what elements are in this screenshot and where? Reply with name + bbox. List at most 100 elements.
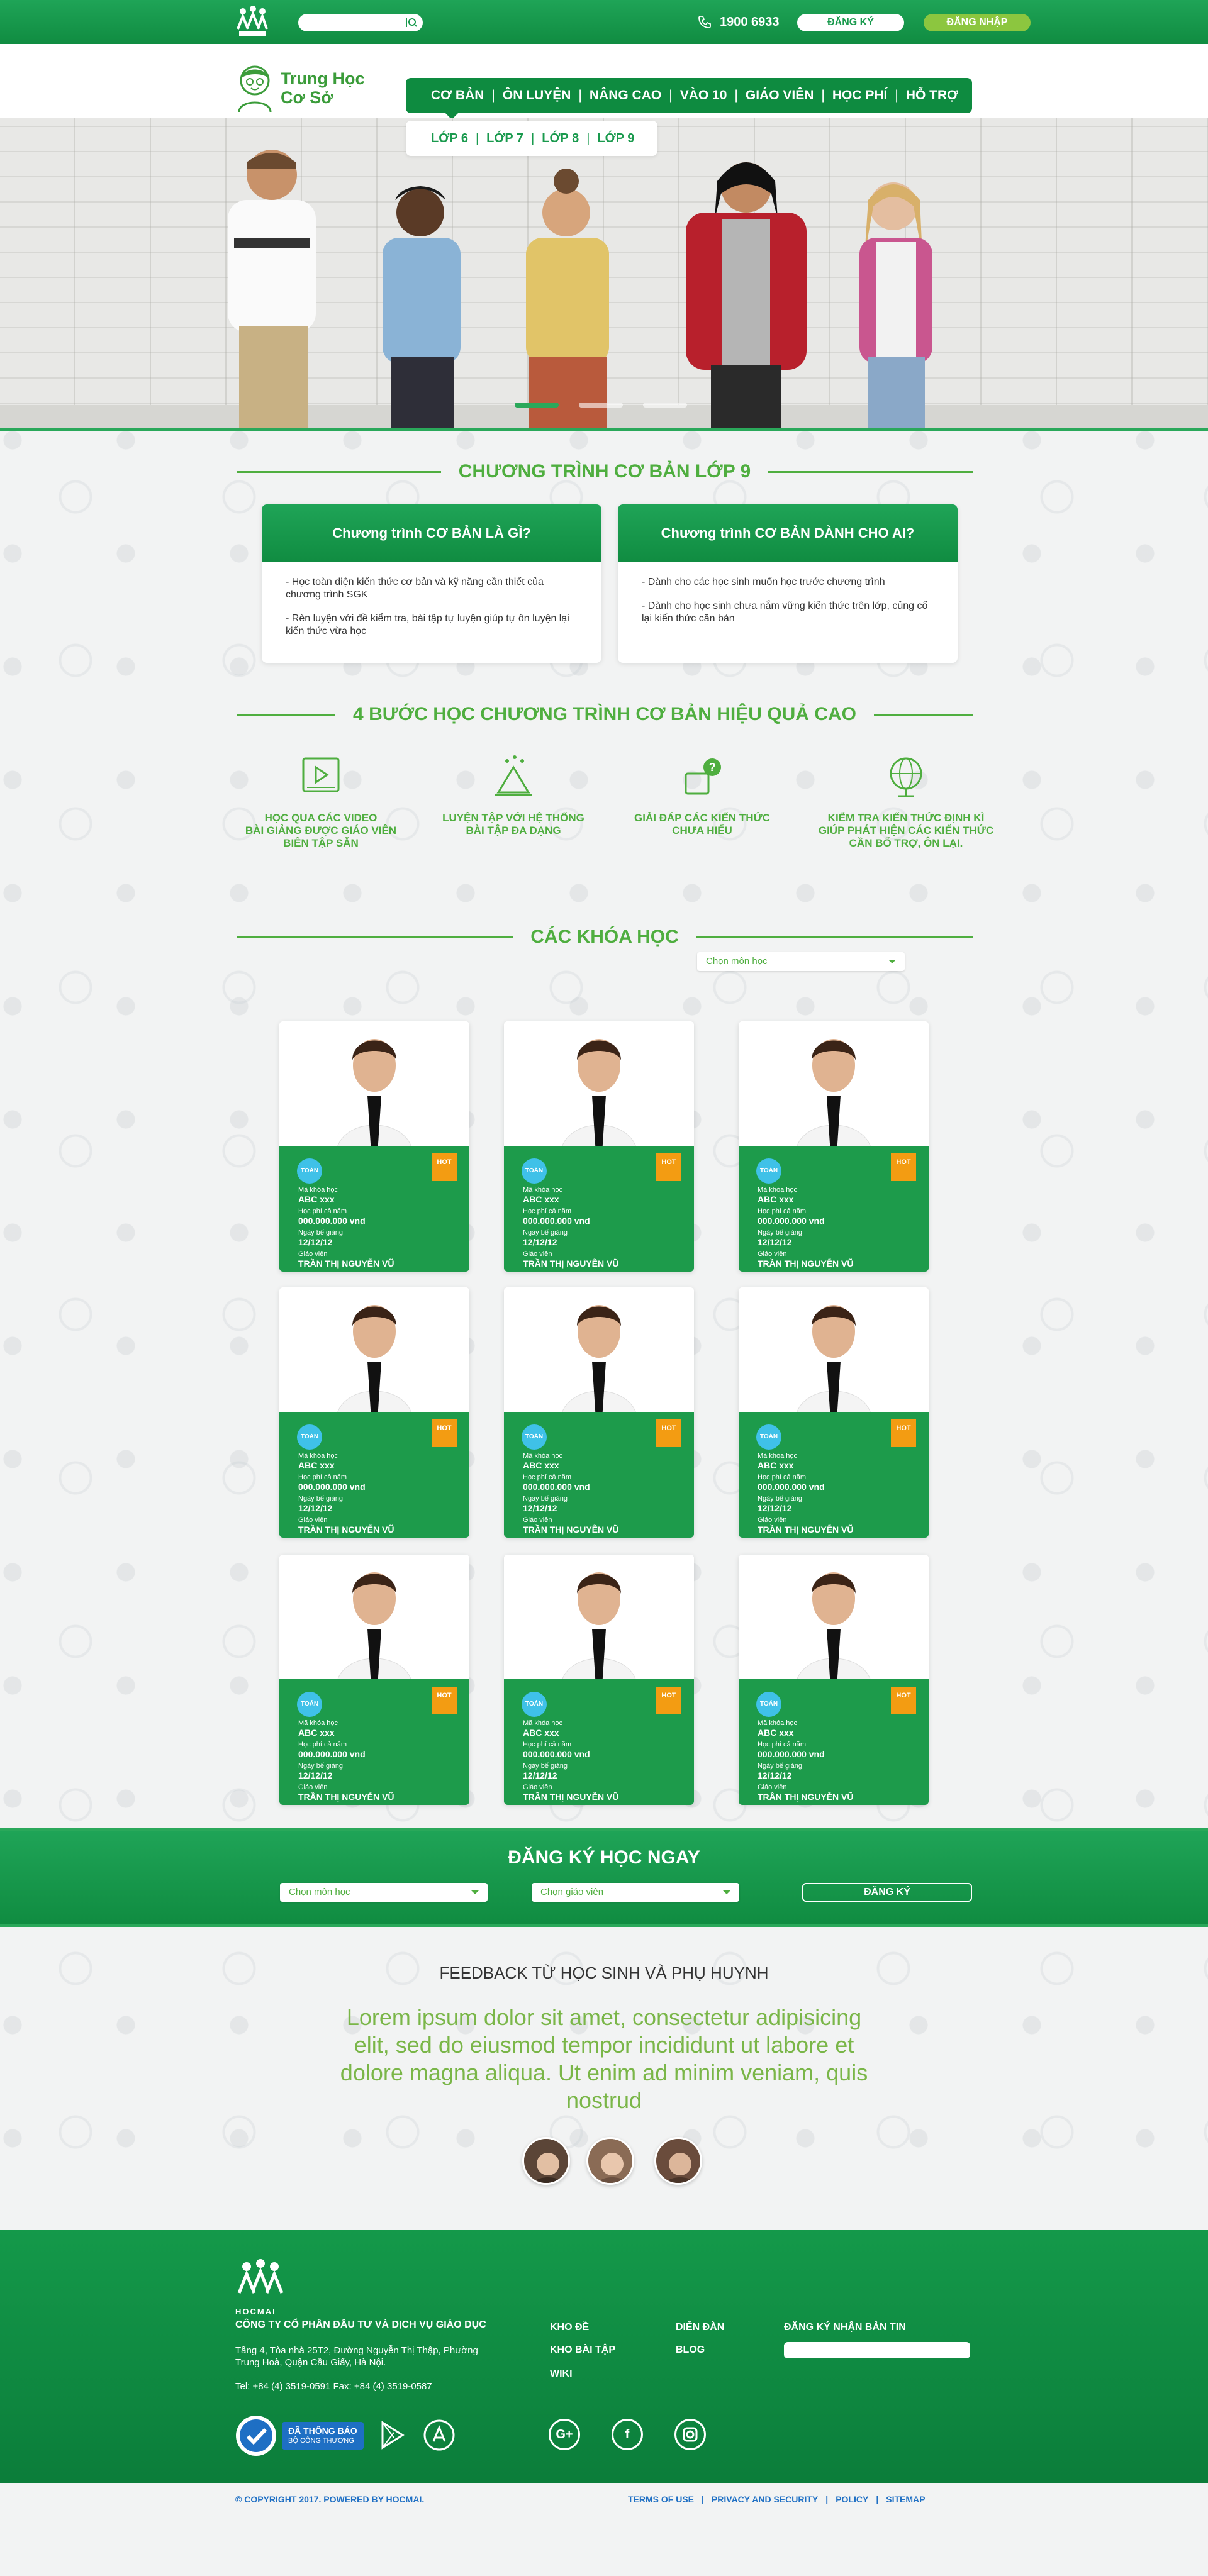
slider-dot-3[interactable] [643, 402, 687, 408]
step-qa: ? GIẢI ĐÁP CÁC KIẾN THỨC CHƯA HIỂU [608, 752, 797, 837]
heading-line [237, 713, 336, 716]
hero-banner[interactable] [0, 118, 1208, 428]
info-card-point: - Dành cho học sinh chưa nắm vững kiến t… [642, 601, 928, 624]
hot-badge: HOT [432, 1687, 457, 1714]
newsletter-email-input[interactable] [784, 2342, 970, 2358]
ministry-certification-badge[interactable]: ĐÃ THÔNG BÁO BỘ CÔNG THƯƠNG [234, 2414, 364, 2458]
feedback-avatar-2[interactable] [586, 2137, 634, 2185]
course-date: 12/12/12 [758, 1503, 792, 1513]
subnav-item-lop-9[interactable]: LỚP 9 [597, 131, 634, 146]
step-label-line: BÀI TẬP ĐA DẠNG [466, 824, 561, 836]
course-card[interactable]: TOÁN HOT Mã khóa học ABC xxx Học phí cả năm 0… [279, 1021, 469, 1272]
course-code: ABC xxx [523, 1194, 559, 1204]
practice-exercises-icon [495, 755, 532, 796]
link-policy[interactable]: POLICY [836, 2494, 868, 2504]
feedback-avatar-1[interactable] [522, 2137, 570, 2185]
register-button[interactable]: ĐĂNG KÝ [797, 14, 904, 31]
brand-name: Trung Học Cơ Sở [281, 69, 365, 107]
course-teacher: TRẦN THỊ NGUYỄN VŨ [758, 1792, 854, 1802]
hot-badge: HOT [432, 1419, 457, 1447]
subnav-separator: | [586, 131, 590, 145]
course-date: 12/12/12 [298, 1237, 333, 1247]
google-plus-icon[interactable]: G+ [549, 2419, 580, 2450]
google-play-icon[interactable] [375, 2419, 408, 2451]
slider-dot-1[interactable] [515, 402, 559, 408]
footer-link-dien-dan[interactable]: DIỄN ĐÀN [676, 2322, 724, 2333]
nav-item-on-luyen[interactable]: ÔN LUYỆN [503, 88, 571, 103]
hocmai-footer-logo-icon[interactable] [234, 2259, 287, 2309]
link-sitemap[interactable]: SITEMAP [886, 2494, 925, 2504]
subject-select[interactable]: Chọn môn học [697, 952, 905, 971]
course-card[interactable]: TOÁN HOT Mã khóa học ABC xxx Học phí cả năm 0… [279, 1555, 469, 1805]
info-card-body: - Học toàn diện kiến thức cơ bản và kỹ n… [262, 562, 601, 663]
footer-link-blog[interactable]: BLOG [676, 2345, 705, 2356]
step-label: GIẢI ĐÁP CÁC KIẾN THỨC CHƯA HIỂU [608, 812, 797, 837]
course-card[interactable]: TOÁN HOT Mã khóa học ABC xxx Học phí cả năm 0… [739, 1021, 929, 1272]
link-privacy-security[interactable]: PRIVACY AND SECURITY [712, 2494, 818, 2504]
step-label-line: GIÚP PHÁT HIỆN CÁC KIẾN THỨC [818, 824, 994, 836]
course-meta: Mã khóa học ABC xxx Học phí cả năm 000.000.… [758, 1719, 853, 1805]
course-card[interactable]: TOÁN HOT Mã khóa học ABC xxx Học phí cả năm 0… [504, 1555, 694, 1805]
nav-item-nang-cao[interactable]: NÂNG CAO [590, 88, 661, 103]
step-label-line: KIỂM TRA KIẾN THỨC ĐỊNH KÌ [827, 812, 985, 824]
subnav-separator: | [475, 131, 479, 145]
login-button[interactable]: ĐĂNG NHẬP [924, 14, 1031, 31]
nav-item-ho-tro[interactable]: HỖ TRỢ [906, 88, 958, 103]
nav-item-hoc-phi[interactable]: HỌC PHÍ [832, 88, 888, 103]
section-heading-basic-program: CHƯƠNG TRÌNH CƠ BẢN LỚP 9 [237, 459, 973, 484]
search-box [298, 14, 423, 31]
nav-item-giao-vien[interactable]: GIÁO VIÊN [746, 88, 814, 103]
register-subject-select[interactable]: Chọn môn học [280, 1883, 488, 1902]
student-mascot-icon [238, 65, 272, 113]
footer-link-kho-de[interactable]: KHO ĐỀ [550, 2322, 589, 2333]
feedback-avatar-3[interactable] [654, 2137, 702, 2185]
course-fee: 000.000.000 vnd [298, 1482, 366, 1492]
search-icon[interactable] [405, 16, 418, 29]
course-teacher-label: Giáo viên [298, 1784, 328, 1791]
course-meta: Mã khóa học ABC xxx Học phí cả năm 000.000.… [523, 1452, 618, 1538]
link-terms-of-use[interactable]: TERMS OF USE [628, 2494, 694, 2504]
hot-badge: HOT [432, 1153, 457, 1181]
slider-dot-2[interactable] [579, 402, 623, 408]
course-card[interactable]: TOÁN HOT Mã khóa học ABC xxx Học phí cả năm 0… [504, 1287, 694, 1538]
course-card[interactable]: TOÁN HOT Mã khóa học ABC xxx Học phí cả năm 0… [279, 1287, 469, 1538]
hotline[interactable]: 1900 6933 [697, 14, 780, 30]
course-code: ABC xxx [298, 1728, 335, 1738]
nav-item-vao-10[interactable]: VÀO 10 [680, 88, 727, 103]
footer-link-wiki[interactable]: WIKI [550, 2368, 573, 2380]
step-label-line: CẦN BỔ TRỢ, ÔN LẠI. [849, 837, 963, 849]
course-card[interactable]: TOÁN HOT Mã khóa học ABC xxx Học phí cả năm 0… [739, 1287, 929, 1538]
subnav-item-lop-6[interactable]: LỚP 6 [431, 131, 468, 146]
course-date-label: Ngày bế giảng [758, 1762, 802, 1770]
register-teacher-select[interactable]: Chọn giáo viên [532, 1883, 739, 1902]
search-input[interactable] [306, 14, 400, 31]
footer-link-kho-bai-tap[interactable]: KHO BÀI TẬP [550, 2345, 615, 2356]
register-submit-button[interactable]: ĐĂNG KÝ [802, 1883, 972, 1902]
subnav-item-lop-8[interactable]: LỚP 8 [542, 131, 579, 146]
facebook-icon[interactable]: f [612, 2419, 643, 2450]
hocmai-logo-icon[interactable] [234, 5, 271, 39]
course-card[interactable]: TOÁN HOT Mã khóa học ABC xxx Học phí cả năm 0… [504, 1021, 694, 1272]
course-code: ABC xxx [758, 1728, 794, 1738]
section-title: 4 BƯỚC HỌC CHƯƠNG TRÌNH CƠ BẢN HIỆU QUẢ … [353, 704, 856, 724]
link-separator: | [702, 2494, 704, 2504]
course-meta: Mã khóa học ABC xxx Học phí cả năm 000.000.… [298, 1452, 394, 1538]
course-code: ABC xxx [758, 1194, 794, 1204]
course-teacher: TRẦN THỊ NGUYỄN VŨ [758, 1524, 854, 1535]
app-store-icon[interactable] [423, 2419, 456, 2451]
course-date: 12/12/12 [298, 1503, 333, 1513]
subject-badge: TOÁN [756, 1158, 781, 1184]
nav-item-co-ban[interactable]: CƠ BẢN [431, 88, 484, 103]
course-card[interactable]: TOÁN HOT Mã khóa học ABC xxx Học phí cả năm 0… [739, 1555, 929, 1805]
nav-separator: | [669, 88, 673, 103]
copyright-bar [0, 2483, 1208, 2576]
course-fee: 000.000.000 vnd [758, 1749, 825, 1759]
course-teacher: TRẦN THỊ NGUYỄN VŨ [523, 1524, 619, 1535]
step-label-line: LUYỆN TẬP VỚI HỆ THỐNG [442, 812, 584, 824]
instagram-icon[interactable] [674, 2419, 706, 2450]
top-bar: 1900 6933 ĐĂNG KÝ ĐĂNG NHẬP [0, 0, 1208, 44]
heading-line [768, 470, 973, 473]
subnav-item-lop-7[interactable]: LỚP 7 [486, 131, 523, 146]
brand[interactable]: Trung Học Cơ Sở [234, 63, 365, 113]
hot-badge: HOT [891, 1419, 916, 1447]
